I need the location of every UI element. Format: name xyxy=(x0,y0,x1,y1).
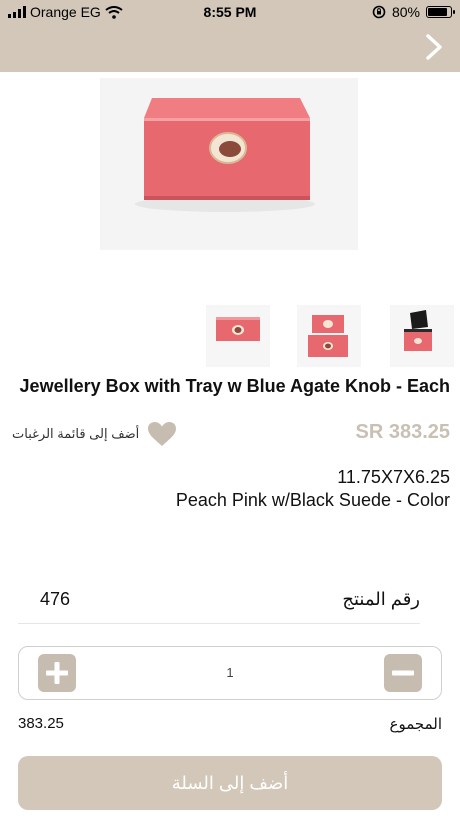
total-value: 383.25 xyxy=(18,715,64,732)
total-label: المجموع xyxy=(389,716,442,733)
jewellery-box-illustration xyxy=(100,78,358,250)
product-main-image xyxy=(100,78,358,250)
product-dimensions: 11.75X7X6.25 xyxy=(337,467,450,487)
status-bar: Orange EG 8:55 PM 80% xyxy=(0,0,460,24)
add-to-cart-button[interactable]: أضف إلى السلة xyxy=(18,756,442,810)
decrease-quantity-button[interactable] xyxy=(384,654,422,692)
rotation-lock-icon xyxy=(372,5,386,19)
product-number-value: 476 xyxy=(40,589,71,609)
chevron-right-icon[interactable] xyxy=(420,30,448,64)
add-to-wishlist-button[interactable]: أضف إلى قائمة الرغبات xyxy=(12,421,177,447)
thumbnail-strip xyxy=(0,305,460,367)
battery-percent: 80% xyxy=(391,4,420,20)
thumbnail-box-open[interactable] xyxy=(390,305,454,367)
heart-icon xyxy=(148,422,177,446)
quantity-value: 1 xyxy=(226,665,234,680)
quantity-stepper: 1 xyxy=(18,646,442,700)
thumbnail-box-front[interactable] xyxy=(206,305,270,367)
thumbnail-box-stack[interactable] xyxy=(297,305,361,367)
wishlist-label: أضف إلى قائمة الرغبات xyxy=(12,426,140,441)
battery-icon xyxy=(426,6,455,18)
product-number-row: 476 رقم المنتج xyxy=(18,583,420,624)
product-color: Peach Pink w/Black Suede - Color xyxy=(175,490,450,510)
product-number-label: رقم المنتج xyxy=(342,589,420,609)
minus-icon xyxy=(392,670,414,676)
product-price: SR 383.25 xyxy=(355,421,450,443)
status-right: 80% xyxy=(372,4,455,20)
product-title: Jewellery Box with Tray w Blue Agate Kno… xyxy=(19,376,450,396)
